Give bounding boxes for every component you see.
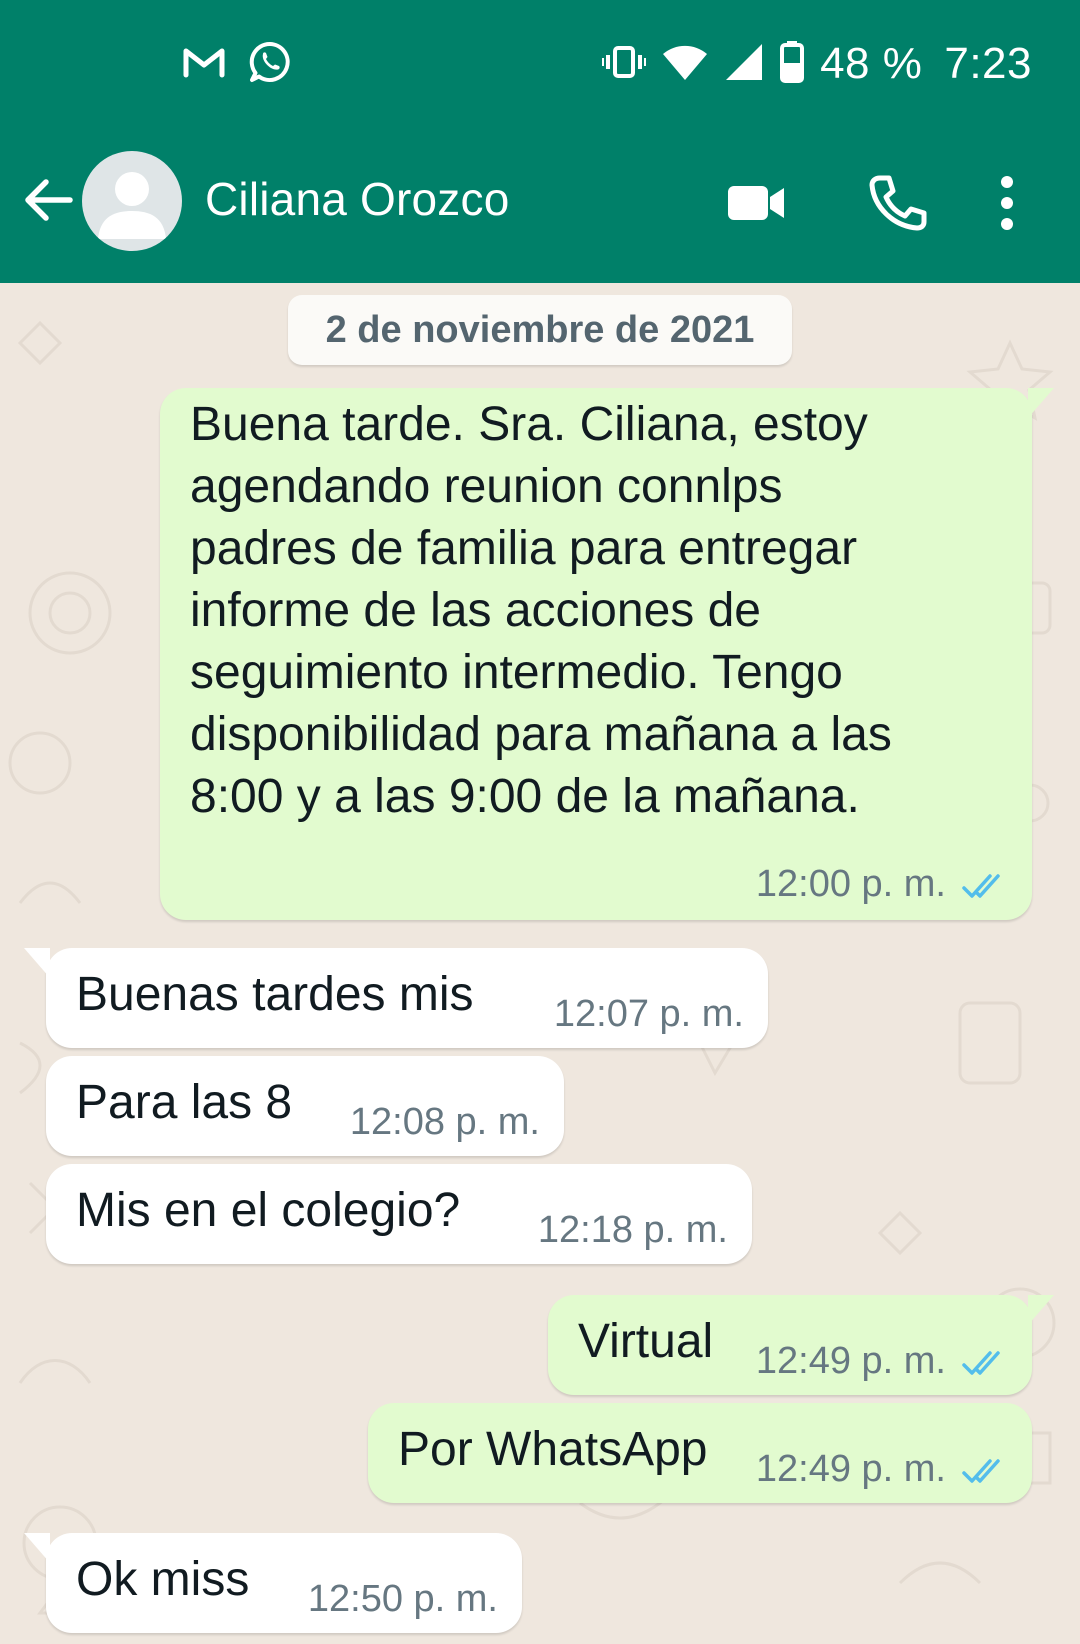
message-time: 12:49 p. m. xyxy=(755,1448,946,1490)
message-time: 12:08 p. m. xyxy=(349,1101,540,1143)
message-bubble-incoming[interactable]: Ok miss 12:50 p. m. xyxy=(24,1533,522,1633)
message-time: 12:50 p. m. xyxy=(307,1578,498,1620)
back-arrow-icon[interactable] xyxy=(18,170,78,230)
message-time: 12:07 p. m. xyxy=(553,993,744,1035)
message-time: 12:49 p. m. xyxy=(755,1340,946,1382)
message-text: Mis en el colegio? xyxy=(76,1184,461,1237)
read-ticks-icon xyxy=(962,874,1000,898)
message-text: Para las 8 xyxy=(76,1076,293,1129)
bubble-tail xyxy=(1028,1295,1054,1325)
message-bubble-incoming[interactable]: Mis en el colegio? 12:18 p. m. xyxy=(46,1164,752,1264)
vibrate-icon xyxy=(600,42,649,87)
bubble-tail xyxy=(24,1533,50,1563)
message-time: 12:18 p. m. xyxy=(537,1209,728,1251)
chat-area[interactable]: 2 de noviembre de 2021 Buena tarde. Sra.… xyxy=(0,283,1080,1644)
clock: 7:23 xyxy=(944,39,1032,88)
battery-percentage: 48 % xyxy=(820,39,923,88)
wifi-icon xyxy=(662,42,708,87)
battery-icon xyxy=(780,40,805,88)
contact-name[interactable]: Ciliana Orozco xyxy=(205,172,509,226)
message-bubble-outgoing[interactable]: Buena tarde. Sra. Ciliana, estoy agendan… xyxy=(160,388,1054,920)
message-text: Ok miss xyxy=(76,1553,250,1606)
message-bubble-outgoing[interactable]: Virtual 12:49 p. m. xyxy=(548,1295,1054,1395)
signal-icon xyxy=(724,42,764,87)
status-bar: 48 % 7:23 xyxy=(0,0,1080,128)
date-chip: 2 de noviembre de 2021 xyxy=(288,295,792,365)
message-text: Virtual xyxy=(578,1315,714,1368)
message-bubble-outgoing[interactable]: Por WhatsApp 12:49 p. m. xyxy=(368,1403,1032,1503)
notification-icons xyxy=(182,40,292,88)
message-text: Buenas tardes mis xyxy=(76,968,474,1021)
read-ticks-icon xyxy=(962,1459,1000,1483)
chat-header: Ciliana Orozco xyxy=(0,128,1080,283)
message-text: Por WhatsApp xyxy=(398,1423,708,1476)
video-call-icon[interactable] xyxy=(720,168,790,238)
bubble-tail xyxy=(24,948,50,978)
message-text: Buena tarde. Sra. Ciliana, estoy agendan… xyxy=(190,398,892,823)
read-ticks-icon xyxy=(962,1351,1000,1375)
bubble-tail xyxy=(1028,388,1054,418)
voice-call-icon[interactable] xyxy=(860,168,930,238)
more-options-icon[interactable] xyxy=(982,168,1032,238)
default-avatar-icon xyxy=(98,172,166,239)
message-bubble-incoming[interactable]: Buenas tardes mis 12:07 p. m. xyxy=(24,948,768,1048)
system-status: 48 % 7:23 xyxy=(600,36,1032,92)
whatsapp-icon xyxy=(248,40,292,89)
gmail-icon xyxy=(182,45,226,84)
message-time: 12:00 p. m. xyxy=(755,863,946,905)
avatar[interactable] xyxy=(82,151,182,251)
message-bubble-incoming[interactable]: Para las 8 12:08 p. m. xyxy=(46,1056,564,1156)
